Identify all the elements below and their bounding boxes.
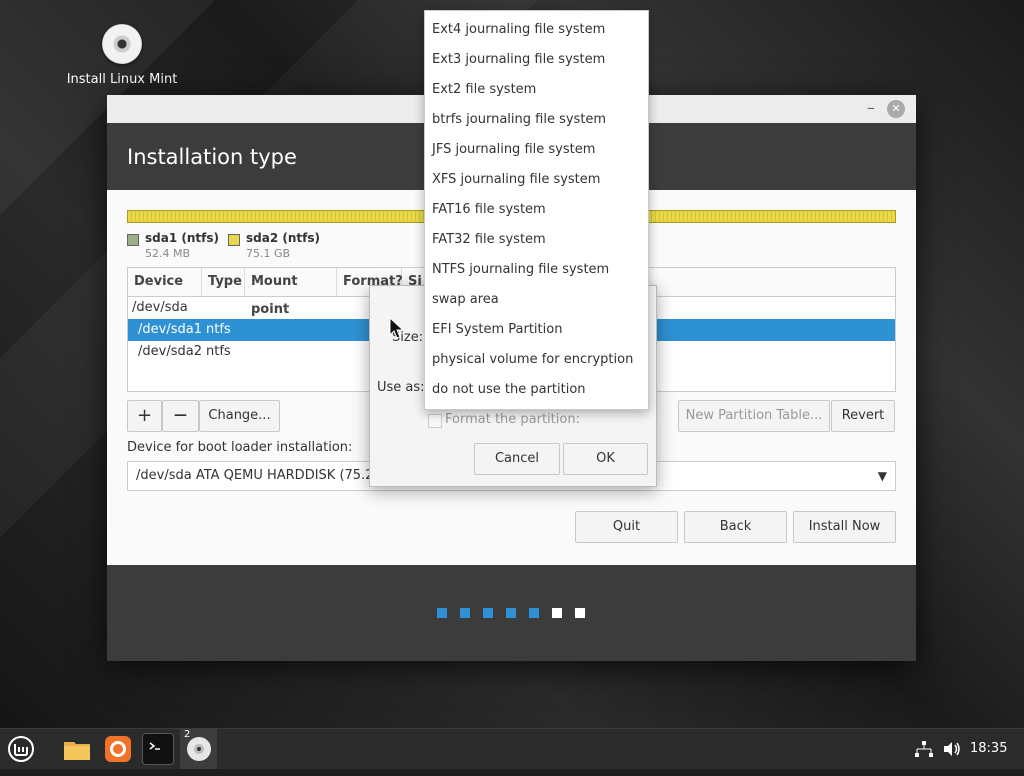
option-do-not-use[interactable]: do not use the partition [425, 375, 648, 405]
progress-dots [437, 607, 598, 619]
option-swap[interactable]: swap area [425, 285, 648, 315]
minimize-icon[interactable]: – [861, 98, 881, 118]
cell-device: /dev/sda [132, 300, 188, 315]
option-fat16[interactable]: FAT16 file system [425, 195, 648, 225]
option-jfs[interactable]: JFS journaling file system [425, 135, 648, 165]
cell-type: ntfs [206, 322, 231, 337]
legend-swatch [127, 234, 139, 246]
format-label: Format the partition: [445, 412, 580, 427]
use-as-label: Use as: [377, 380, 425, 395]
volume-icon[interactable] [942, 729, 962, 769]
clock[interactable]: 18:35 [970, 729, 1007, 769]
option-btrfs[interactable]: btrfs journaling file system [425, 105, 648, 135]
progress-dot [552, 608, 562, 618]
cancel-button[interactable]: Cancel [474, 443, 560, 475]
col-device[interactable]: Device [128, 268, 202, 296]
add-partition-button[interactable]: + [127, 400, 162, 432]
bootloader-label: Device for boot loader installation: [127, 440, 353, 455]
new-partition-table-button[interactable]: New Partition Table... [678, 400, 830, 432]
disc-icon [102, 24, 142, 64]
legend-size: 75.1 GB [246, 247, 291, 260]
legend-size: 52.4 MB [145, 247, 191, 260]
revert-button[interactable]: Revert [831, 400, 895, 432]
progress-dot [575, 608, 585, 618]
use-as-dropdown[interactable]: Ext4 journaling file system Ext3 journal… [424, 10, 649, 410]
installer-task-button[interactable]: 2 [180, 729, 217, 769]
format-checkbox[interactable] [428, 414, 442, 428]
cell-device: /dev/sda1 [138, 322, 202, 337]
bootloader-value: /dev/sda ATA QEMU HARDDISK (75.2 [136, 468, 374, 483]
option-ext2[interactable]: Ext2 file system [425, 75, 648, 105]
change-button[interactable]: Change... [199, 400, 280, 432]
option-ntfs[interactable]: NTFS journaling file system [425, 255, 648, 285]
page-title: Installation type [127, 145, 297, 169]
remove-partition-button[interactable]: — [162, 400, 199, 432]
cell-type: ntfs [206, 344, 231, 359]
install-linux-mint-desktop-icon[interactable]: Install Linux Mint [62, 24, 182, 87]
chevron-down-icon: ▼ [877, 469, 887, 483]
legend-swatch [228, 234, 240, 246]
option-fat32[interactable]: FAT32 file system [425, 225, 648, 255]
files-icon[interactable] [61, 733, 93, 765]
cell-device: /dev/sda2 [138, 344, 202, 359]
network-icon[interactable] [914, 729, 934, 769]
install-now-button[interactable]: Install Now [793, 511, 896, 543]
option-ext4[interactable]: Ext4 journaling file system [425, 15, 648, 45]
back-button[interactable]: Back [684, 511, 787, 543]
progress-dot [529, 608, 539, 618]
close-icon[interactable]: ✕ [887, 100, 905, 118]
progress-dot [437, 608, 447, 618]
progress-dot [506, 608, 516, 618]
option-ext3[interactable]: Ext3 journaling file system [425, 45, 648, 75]
col-mount-point[interactable]: Mount point [245, 268, 337, 317]
option-efi[interactable]: EFI System Partition [425, 315, 648, 345]
disc-icon [187, 737, 211, 761]
mouse-cursor-icon [389, 317, 405, 339]
progress-dot [483, 608, 493, 618]
legend-name: sda1 (ntfs) [145, 231, 219, 245]
legend-name: sda2 (ntfs) [246, 231, 320, 245]
col-type[interactable]: Type [202, 268, 245, 296]
progress-dot [460, 608, 470, 618]
option-xfs[interactable]: XFS journaling file system [425, 165, 648, 195]
mint-menu-icon[interactable] [5, 733, 37, 765]
progress-footer [107, 565, 916, 661]
taskbar: 2 18:35 [0, 728, 1024, 769]
terminal-icon[interactable] [142, 733, 174, 765]
quit-button[interactable]: Quit [575, 511, 678, 543]
firefox-icon[interactable] [102, 733, 134, 765]
option-encryption[interactable]: physical volume for encryption [425, 345, 648, 375]
desktop-icon-label: Install Linux Mint [66, 72, 178, 87]
ok-button[interactable]: OK [563, 443, 648, 475]
